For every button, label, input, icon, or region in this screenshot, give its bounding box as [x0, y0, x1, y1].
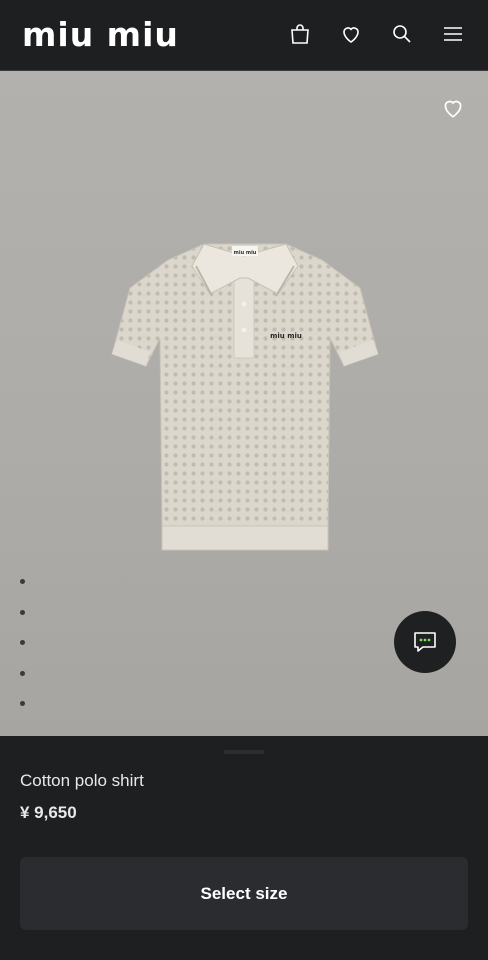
product-price: ¥ 9,650 [20, 803, 77, 822]
product-page: miu miu miu miu miu miu Cotton polo shir… [0, 0, 488, 960]
chat-button[interactable] [394, 611, 456, 673]
gallery-dot[interactable] [20, 640, 25, 645]
gallery-dot[interactable] [20, 670, 25, 676]
add-to-wishlist-heart-icon[interactable] [440, 95, 466, 121]
svg-text:miu miu: miu miu [234, 250, 257, 256]
gallery-dot[interactable] [20, 579, 25, 584]
gallery-dot[interactable] [20, 609, 25, 615]
site-header: miu miu [0, 0, 488, 71]
sheet-drag-handle[interactable] [224, 750, 264, 754]
product-image-gallery[interactable]: miu miu miu miu [0, 71, 488, 736]
svg-text:miu miu: miu miu [270, 332, 302, 340]
brand-logo[interactable]: miu miu [22, 16, 179, 54]
gallery-pagination [20, 579, 25, 732]
shopping-bag-icon[interactable] [287, 21, 313, 47]
menu-icon[interactable] [440, 21, 466, 47]
gallery-dot[interactable] [20, 701, 25, 706]
product-name: Cotton polo shirt [20, 771, 144, 790]
chat-icon [414, 632, 436, 652]
search-icon[interactable] [389, 21, 415, 47]
wishlist-heart-icon[interactable] [338, 21, 364, 47]
product-info-sheet: Cotton polo shirt ¥ 9,650 Select size [0, 736, 488, 960]
polo-shirt-image: miu miu miu miu [111, 243, 379, 551]
select-size-button[interactable]: Select size [20, 857, 468, 930]
